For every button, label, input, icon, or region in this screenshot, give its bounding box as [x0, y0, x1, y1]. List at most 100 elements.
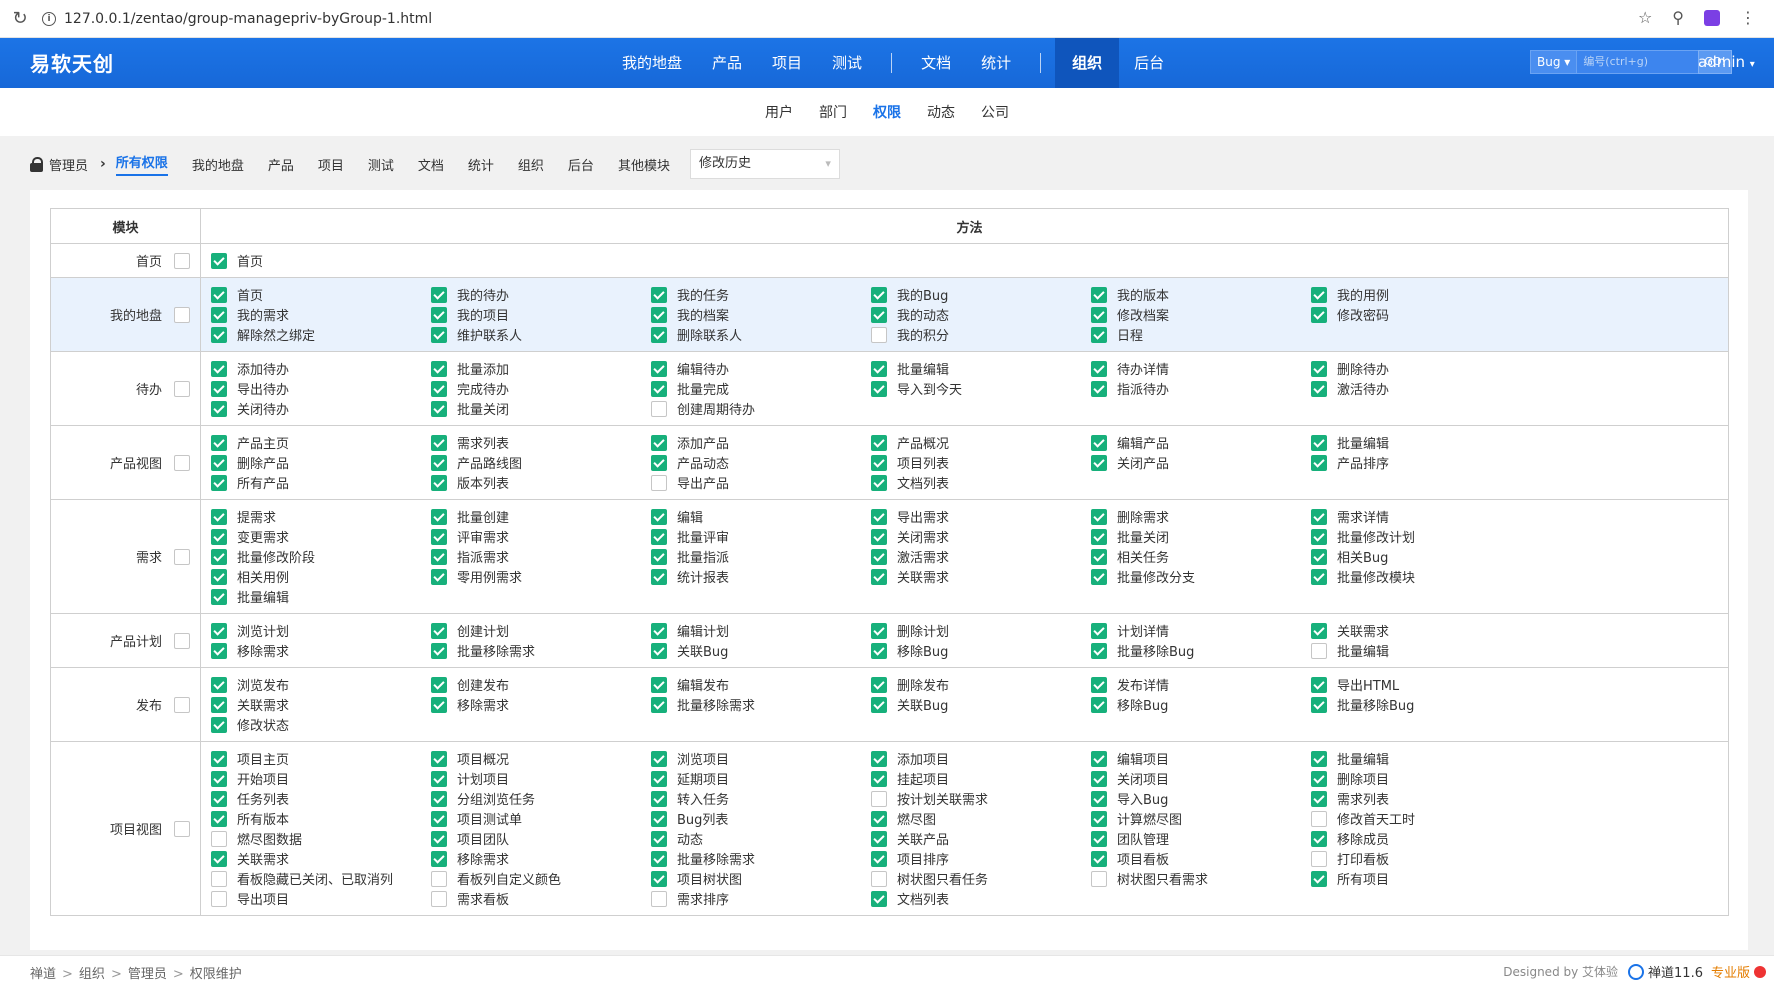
- privilege-checkbox[interactable]: [431, 830, 447, 847]
- privilege-checkbox[interactable]: [431, 770, 447, 787]
- module-tab[interactable]: 我的地盘: [192, 155, 244, 174]
- privilege-option[interactable]: 提需求: [211, 508, 431, 526]
- privilege-checkbox[interactable]: [431, 850, 447, 867]
- privilege-checkbox[interactable]: [1091, 286, 1107, 303]
- privilege-option[interactable]: 动态: [651, 830, 871, 848]
- privilege-option[interactable]: 我的积分: [871, 326, 1091, 344]
- privilege-checkbox[interactable]: [1091, 326, 1107, 343]
- privilege-checkbox[interactable]: [211, 696, 227, 713]
- module-select-all-checkbox[interactable]: [174, 696, 190, 713]
- privilege-checkbox[interactable]: [1311, 770, 1327, 787]
- privilege-checkbox[interactable]: [211, 326, 227, 343]
- privilege-option[interactable]: 添加产品: [651, 434, 871, 452]
- privilege-option[interactable]: 项目看板: [1091, 850, 1311, 868]
- privilege-option[interactable]: 团队管理: [1091, 830, 1311, 848]
- privilege-option[interactable]: 批量修改阶段: [211, 548, 431, 566]
- privilege-option[interactable]: 删除需求: [1091, 508, 1311, 526]
- privilege-checkbox[interactable]: [871, 870, 887, 887]
- privilege-checkbox[interactable]: [431, 508, 447, 525]
- privilege-option[interactable]: 导入Bug: [1091, 790, 1311, 808]
- privilege-option[interactable]: 需求详情: [1311, 508, 1531, 526]
- privilege-checkbox[interactable]: [651, 870, 667, 887]
- privilege-checkbox[interactable]: [431, 380, 447, 397]
- privilege-checkbox[interactable]: [651, 790, 667, 807]
- privilege-checkbox[interactable]: [211, 252, 227, 269]
- privilege-checkbox[interactable]: [871, 360, 887, 377]
- privilege-option[interactable]: 批量修改分支: [1091, 568, 1311, 586]
- privilege-option[interactable]: 所有项目: [1311, 870, 1531, 888]
- privilege-option[interactable]: 批量修改计划: [1311, 528, 1531, 546]
- privilege-checkbox[interactable]: [431, 870, 447, 887]
- privilege-option[interactable]: 批量指派: [651, 548, 871, 566]
- privilege-checkbox[interactable]: [1311, 434, 1327, 451]
- privilege-option[interactable]: 我的需求: [211, 306, 431, 324]
- module-tab[interactable]: 产品: [268, 155, 294, 174]
- main-nav-item[interactable]: 文档: [906, 38, 966, 88]
- privilege-checkbox[interactable]: [651, 508, 667, 525]
- privilege-option[interactable]: 关联需求: [211, 696, 431, 714]
- main-nav-item[interactable]: 组织: [1055, 38, 1120, 88]
- privilege-option[interactable]: 编辑产品: [1091, 434, 1311, 452]
- privilege-checkbox[interactable]: [431, 434, 447, 451]
- privilege-option[interactable]: 移除需求: [211, 642, 431, 660]
- privilege-option[interactable]: 编辑发布: [651, 676, 871, 694]
- privilege-checkbox[interactable]: [211, 400, 227, 417]
- privilege-checkbox[interactable]: [871, 676, 887, 693]
- privilege-checkbox[interactable]: [431, 360, 447, 377]
- privilege-option[interactable]: 转入任务: [651, 790, 871, 808]
- privilege-checkbox[interactable]: [211, 548, 227, 565]
- privilege-checkbox[interactable]: [1091, 568, 1107, 585]
- privilege-checkbox[interactable]: [651, 434, 667, 451]
- privilege-option[interactable]: 任务列表: [211, 790, 431, 808]
- privilege-option[interactable]: 修改状态: [211, 716, 431, 734]
- privilege-option[interactable]: 燃尽图: [871, 810, 1091, 828]
- privilege-option[interactable]: 浏览项目: [651, 750, 871, 768]
- privilege-option[interactable]: 关闭待办: [211, 400, 431, 418]
- privilege-option[interactable]: 项目团队: [431, 830, 651, 848]
- privilege-option[interactable]: 修改密码: [1311, 306, 1531, 324]
- privilege-option[interactable]: 开始项目: [211, 770, 431, 788]
- privilege-option[interactable]: 移除需求: [431, 696, 651, 714]
- privilege-checkbox[interactable]: [1091, 642, 1107, 659]
- privilege-option[interactable]: 指派需求: [431, 548, 651, 566]
- privilege-checkbox[interactable]: [651, 810, 667, 827]
- brand-logo[interactable]: 易软天创: [30, 48, 114, 77]
- privilege-option[interactable]: 移除需求: [431, 850, 651, 868]
- privilege-checkbox[interactable]: [871, 750, 887, 767]
- privilege-checkbox[interactable]: [1091, 360, 1107, 377]
- sub-nav-item[interactable]: 部门: [806, 102, 860, 122]
- privilege-checkbox[interactable]: [651, 568, 667, 585]
- privilege-option[interactable]: 评审需求: [431, 528, 651, 546]
- privilege-option[interactable]: 零用例需求: [431, 568, 651, 586]
- privilege-option[interactable]: 导出产品: [651, 474, 871, 492]
- privilege-checkbox[interactable]: [651, 400, 667, 417]
- privilege-option[interactable]: 导出待办: [211, 380, 431, 398]
- privilege-option[interactable]: 指派待办: [1091, 380, 1311, 398]
- privilege-option[interactable]: 需求列表: [431, 434, 651, 452]
- privilege-option[interactable]: 相关Bug: [1311, 548, 1531, 566]
- privilege-checkbox[interactable]: [431, 474, 447, 491]
- privilege-option[interactable]: 关闭项目: [1091, 770, 1311, 788]
- privilege-checkbox[interactable]: [1091, 434, 1107, 451]
- privilege-option[interactable]: 添加待办: [211, 360, 431, 378]
- privilege-checkbox[interactable]: [1091, 454, 1107, 471]
- privilege-option[interactable]: 创建周期待办: [651, 400, 871, 418]
- privilege-checkbox[interactable]: [1311, 676, 1327, 693]
- privilege-option[interactable]: 产品概况: [871, 434, 1091, 452]
- privilege-option[interactable]: 批量移除需求: [651, 850, 871, 868]
- module-tab[interactable]: 项目: [318, 155, 344, 174]
- privilege-checkbox[interactable]: [1091, 696, 1107, 713]
- privilege-option[interactable]: 批量移除Bug: [1091, 642, 1311, 660]
- privilege-option[interactable]: 变更需求: [211, 528, 431, 546]
- privilege-option[interactable]: 关联产品: [871, 830, 1091, 848]
- privilege-checkbox[interactable]: [211, 676, 227, 693]
- privilege-option[interactable]: 编辑计划: [651, 622, 871, 640]
- privilege-checkbox[interactable]: [1091, 850, 1107, 867]
- privilege-checkbox[interactable]: [431, 676, 447, 693]
- sub-nav-item[interactable]: 权限: [860, 102, 914, 122]
- privilege-option[interactable]: Bug列表: [651, 810, 871, 828]
- privilege-option[interactable]: 我的项目: [431, 306, 651, 324]
- privilege-option[interactable]: 计划详情: [1091, 622, 1311, 640]
- module-select-all-checkbox[interactable]: [174, 454, 190, 471]
- privilege-checkbox[interactable]: [211, 380, 227, 397]
